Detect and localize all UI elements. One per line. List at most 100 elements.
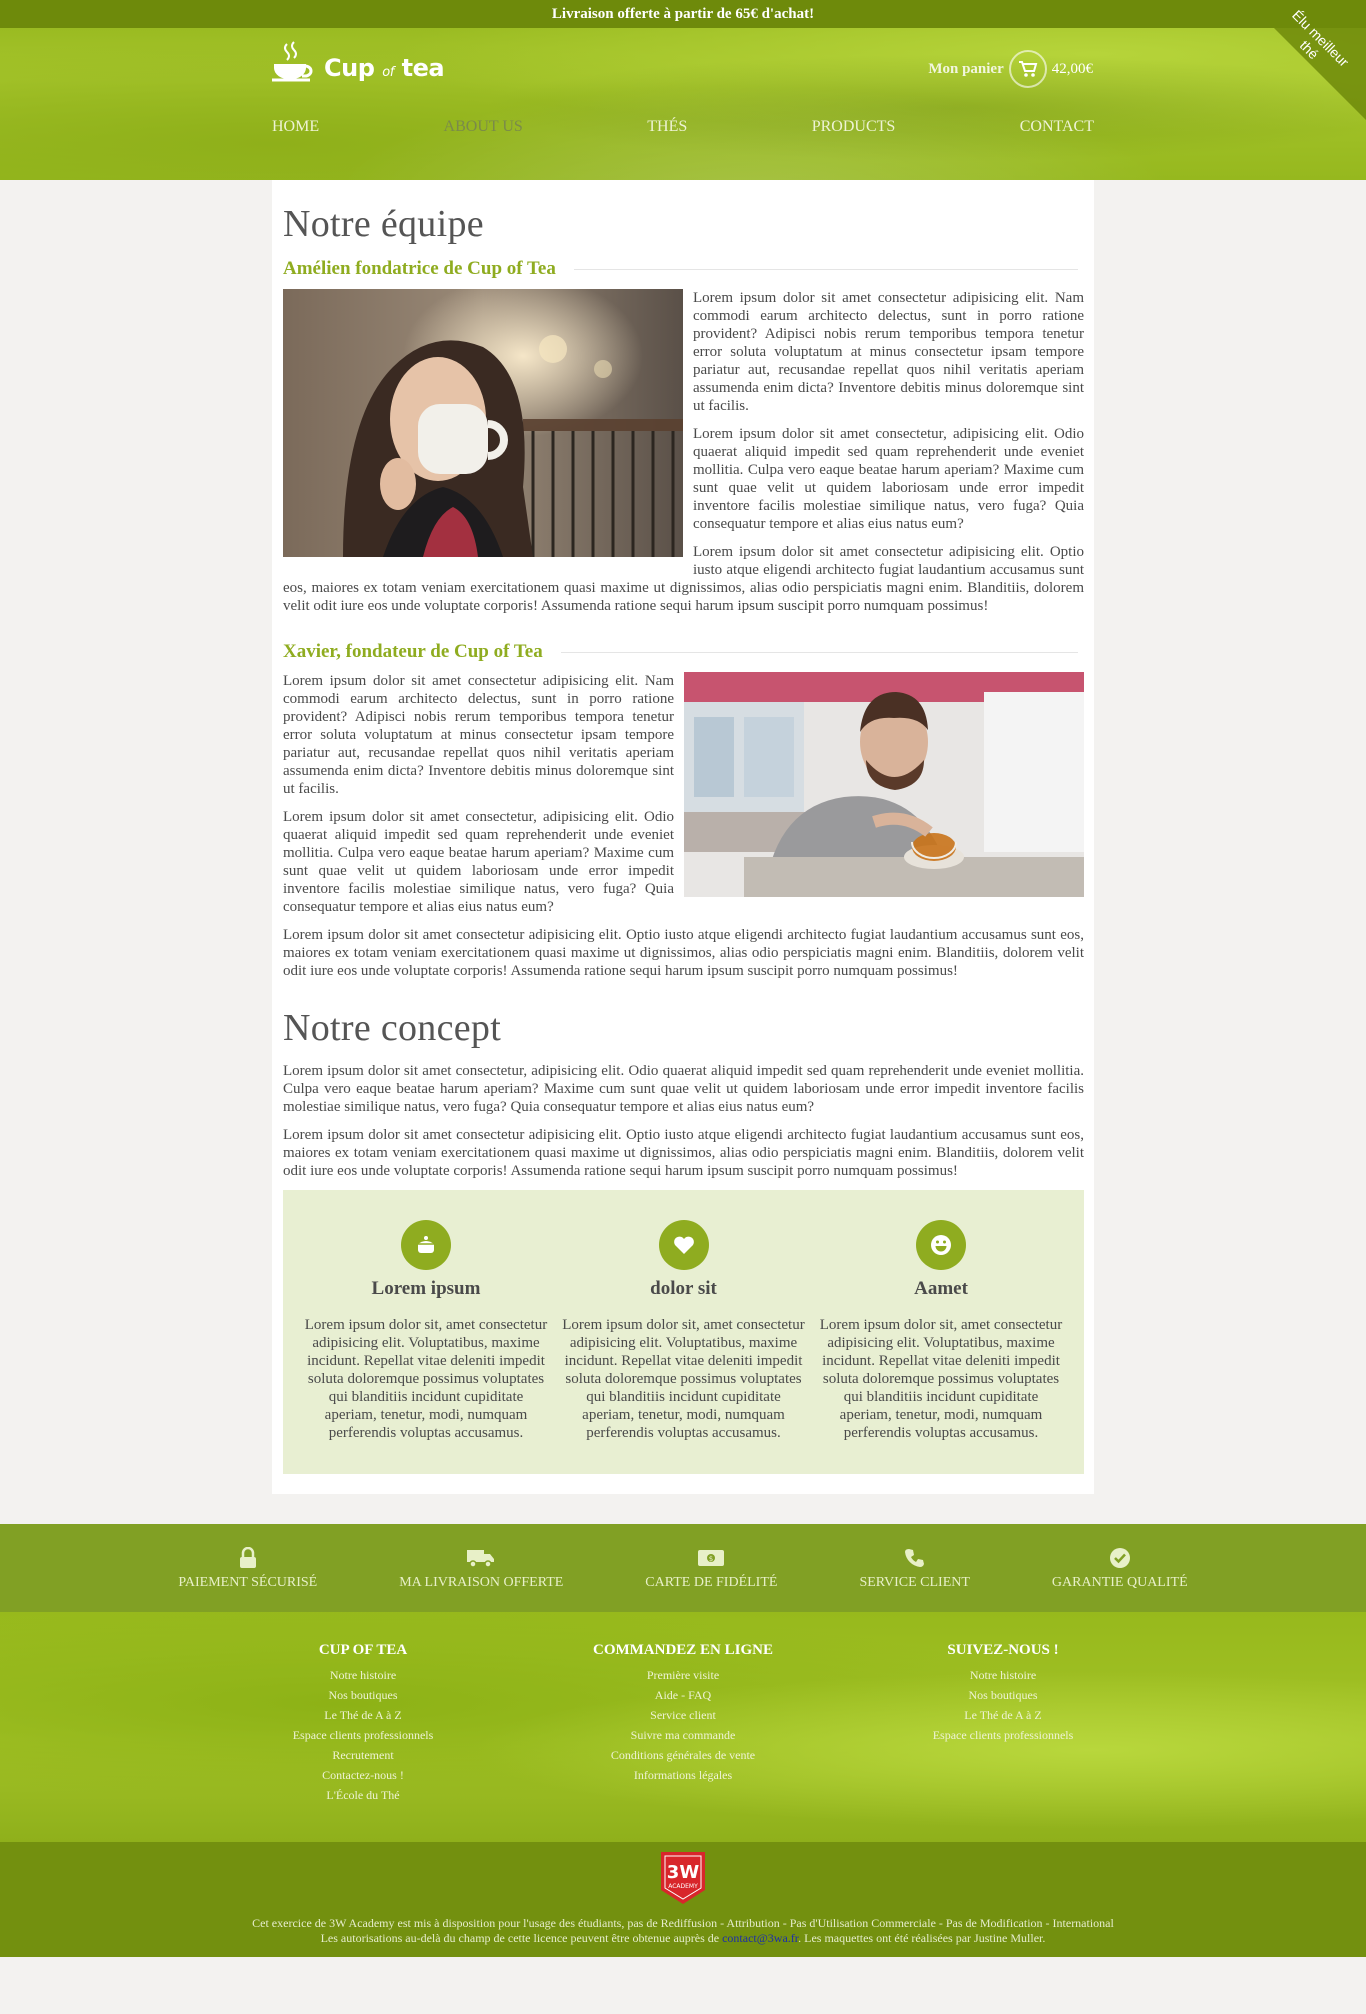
svg-text:$: $: [709, 1555, 713, 1563]
service-free-delivery[interactable]: MA LIVRAISON OFFERTE: [358, 1524, 604, 1612]
3w-academy-logo[interactable]: 3W ACADEMY: [659, 1850, 707, 1906]
footer-link[interactable]: Le Thé de A à Z: [203, 1705, 523, 1725]
main-nav: HOME ABOUT US THÉS PRODUCTS CONTACT: [272, 118, 1094, 136]
cart-label: Mon panier: [928, 60, 1004, 77]
member-2-paragraph-3: Lorem ipsum dolor sit amet consectetur a…: [283, 927, 1084, 979]
license-line-1: Cet exercice de 3W Academy est mis à dis…: [252, 1916, 1114, 1930]
brand-name-cup: Cup: [324, 54, 375, 82]
footer-link[interactable]: Notre histoire: [843, 1665, 1163, 1685]
money-icon: $: [698, 1545, 725, 1571]
member-2-title: Xavier, fondateur de Cup of Tea: [283, 641, 1084, 663]
lock-icon: [239, 1545, 257, 1571]
smiley-icon: [916, 1220, 966, 1270]
service-secure-payment-label: PAIEMENT SÉCURISÉ: [178, 1575, 318, 1590]
footer-link[interactable]: Suivre ma commande: [523, 1725, 843, 1745]
award-ribbon: Élu meilleur thé: [1216, 0, 1366, 120]
service-free-delivery-label: MA LIVRAISON OFFERTE: [399, 1575, 564, 1590]
footer-link[interactable]: Service client: [523, 1705, 843, 1725]
footer-link[interactable]: Le Thé de A à Z: [843, 1705, 1163, 1725]
site-header: Livraison offerte à partir de 65€ d'acha…: [0, 0, 1366, 180]
footer-link[interactable]: L'École du Thé: [203, 1785, 523, 1805]
legal-bar: 3W ACADEMY Cet exercice de 3W Academy es…: [0, 1842, 1366, 1957]
feature-1-text: Lorem ipsum dolor sit, amet consectetur …: [304, 1317, 548, 1441]
teapot-icon: [401, 1220, 451, 1270]
member-2-bio: Lorem ipsum dolor sit amet consectetur a…: [283, 672, 1084, 990]
man-stirring-tea-photo: [684, 672, 1084, 897]
concept-paragraph-2: Lorem ipsum dolor sit amet consectetur a…: [283, 1127, 1084, 1179]
footer-link[interactable]: Nos boutiques: [843, 1685, 1163, 1705]
footer-link[interactable]: Contactez-nous !: [203, 1765, 523, 1785]
main-content: Notre équipe Amélien fondatrice de Cup o…: [272, 180, 1094, 1494]
logo-3w-text: 3W: [667, 1862, 700, 1883]
footer-column-cup-of-tea: CUP OF TEA Notre histoire Nos boutiques …: [203, 1642, 523, 1842]
feature-1-title: Lorem ipsum: [371, 1278, 481, 1299]
site-footer: CUP OF TEA Notre histoire Nos boutiques …: [0, 1612, 1366, 1842]
service-quality-guarantee-label: GARANTIE QUALITÉ: [1051, 1575, 1188, 1590]
credits-text: . Les maquettes ont été réalisées par Ju…: [798, 1931, 1046, 1945]
brand-name-tea: tea: [401, 54, 445, 82]
nav-item-contact[interactable]: CONTACT: [1020, 118, 1094, 136]
concept-section: Notre concept Lorem ipsum dolor sit amet…: [283, 1006, 1084, 1180]
contact-email-link[interactable]: contact@3wa.fr: [722, 1931, 798, 1945]
title-divider: [560, 651, 1078, 653]
feature-2: dolor sit Lorem ipsum dolor sit, amet co…: [561, 1220, 807, 1442]
footer-link[interactable]: Aide - FAQ: [523, 1685, 843, 1705]
nav-item-thes[interactable]: THÉS: [647, 118, 687, 136]
brand-name: Cup of tea: [324, 54, 445, 82]
phone-icon: [904, 1545, 925, 1571]
footer-column-2-title: COMMANDEZ EN LIGNE: [592, 1642, 773, 1658]
member-1-title: Amélien fondatrice de Cup of Tea: [283, 258, 1084, 280]
footer-link[interactable]: Recrutement: [203, 1745, 523, 1765]
brand-name-of: of: [382, 65, 394, 80]
nav-item-products[interactable]: PRODUCTS: [812, 118, 896, 136]
team-member-2: Xavier, fondateur de Cup of Tea Lorem ip…: [283, 641, 1084, 990]
footer-column-1-title: CUP OF TEA: [318, 1642, 408, 1658]
title-divider: [573, 268, 1078, 270]
feature-3-title: Aamet: [914, 1278, 968, 1299]
team-title: Notre équipe: [283, 203, 484, 245]
footer-link[interactable]: Espace clients professionnels: [843, 1725, 1163, 1745]
footer-link[interactable]: Conditions générales de vente: [523, 1745, 843, 1765]
footer-column-order-online: COMMANDEZ EN LIGNE Première visite Aide …: [523, 1642, 843, 1842]
feature-2-title: dolor sit: [650, 1278, 717, 1299]
nav-item-home[interactable]: HOME: [272, 118, 319, 136]
footer-link[interactable]: Espace clients professionnels: [203, 1725, 523, 1745]
footer-link[interactable]: Notre histoire: [203, 1665, 523, 1685]
feature-3: Aamet Lorem ipsum dolor sit, amet consec…: [818, 1220, 1064, 1442]
site-logo[interactable]: Cup of tea: [272, 40, 445, 84]
features-panel: Lorem ipsum Lorem ipsum dolor sit, amet …: [283, 1190, 1084, 1474]
feature-1: Lorem ipsum Lorem ipsum dolor sit, amet …: [303, 1220, 549, 1442]
footer-link[interactable]: Informations légales: [523, 1765, 843, 1785]
license-line-2: Les autorisations au-delà du champ de ce…: [0, 1931, 1366, 1946]
logo-academy-text: ACADEMY: [668, 1883, 698, 1890]
footer-column-follow-us: SUIVEZ-NOUS ! Notre histoire Nos boutiqu…: [843, 1642, 1163, 1842]
services-bar: PAIEMENT SÉCURISÉ MA LIVRAISON OFFERTE $…: [0, 1524, 1366, 1612]
shipping-banner-text: Livraison offerte à partir de 65€ d'acha…: [551, 6, 815, 22]
member-1-bio: Lorem ipsum dolor sit amet consectetur a…: [283, 289, 1084, 625]
footer-column-3-title: SUIVEZ-NOUS !: [947, 1642, 1059, 1658]
nav-item-about-us[interactable]: ABOUT US: [444, 118, 523, 136]
service-customer-service[interactable]: SERVICE CLIENT: [818, 1524, 1010, 1612]
member-1-name: Amélien fondatrice de Cup of Tea: [283, 258, 556, 279]
footer-link[interactable]: Première visite: [523, 1665, 843, 1685]
service-loyalty-card[interactable]: $ CARTE DE FIDÉLITÉ: [604, 1524, 818, 1612]
cart-total: 42,00€: [1051, 60, 1093, 77]
shipping-banner: Livraison offerte à partir de 65€ d'acha…: [0, 0, 1366, 28]
team-member-1: Amélien fondatrice de Cup of Tea Lorem i…: [283, 258, 1084, 625]
woman-drinking-tea-photo: [283, 289, 683, 557]
service-quality-guarantee[interactable]: GARANTIE QUALITÉ: [1011, 1524, 1229, 1612]
feature-2-text: Lorem ipsum dolor sit, amet consectetur …: [562, 1317, 805, 1441]
check-circle-icon: [1109, 1545, 1130, 1571]
member-2-name: Xavier, fondateur de Cup of Tea: [283, 641, 543, 662]
license-text: Les autorisations au-delà du champ de ce…: [320, 1931, 720, 1945]
heart-icon: [658, 1220, 709, 1270]
feature-3-text: Lorem ipsum dolor sit, amet consectetur …: [819, 1317, 1063, 1441]
service-customer-service-label: SERVICE CLIENT: [859, 1575, 970, 1590]
footer-link[interactable]: Nos boutiques: [203, 1685, 523, 1705]
main-wrapper: Notre équipe Amélien fondatrice de Cup o…: [0, 180, 1366, 1494]
service-secure-payment[interactable]: PAIEMENT SÉCURISÉ: [137, 1524, 358, 1612]
teacup-logo-icon: [272, 40, 318, 84]
service-loyalty-card-label: CARTE DE FIDÉLITÉ: [645, 1575, 778, 1590]
concept-paragraph-1: Lorem ipsum dolor sit amet consectetur, …: [283, 1063, 1084, 1115]
cart-link[interactable]: Mon panier 42,00€: [928, 50, 1093, 88]
